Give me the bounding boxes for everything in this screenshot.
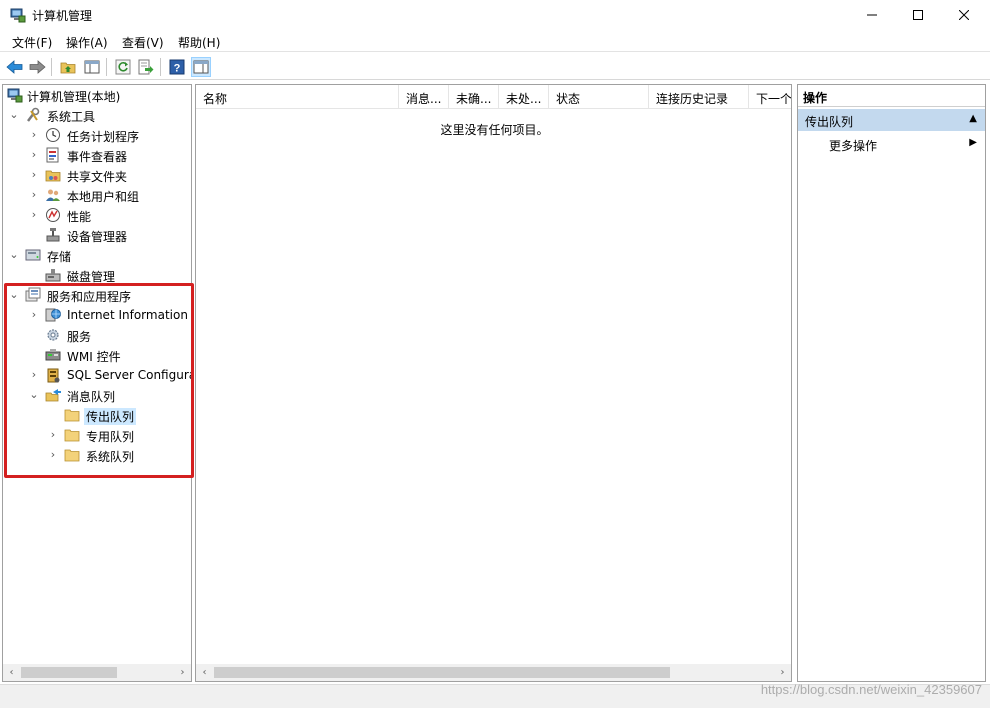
computer-management-icon <box>10 8 26 23</box>
tree-item-local-users[interactable]: › 本地用户和组 <box>3 185 191 205</box>
actions-section-outgoing-queues[interactable]: 传出队列 ▲ <box>798 109 985 131</box>
users-icon <box>46 189 60 201</box>
refresh-button[interactable] <box>113 57 133 77</box>
up-folder-button[interactable] <box>58 57 78 77</box>
export-list-button[interactable] <box>136 57 156 77</box>
window-title: 计算机管理 <box>32 9 93 23</box>
tree-item-shared-folders[interactable]: › 共享文件夹 <box>3 165 191 185</box>
tree-item-system-tools[interactable]: ⌄ 系统工具 <box>3 105 191 125</box>
tree-label: 事件查看器 <box>67 150 128 164</box>
help-icon: ? <box>169 59 185 75</box>
scroll-right-icon[interactable]: › <box>174 664 191 681</box>
scroll-thumb[interactable] <box>214 667 670 678</box>
forward-icon <box>29 60 46 74</box>
device-manager-icon <box>46 228 60 242</box>
title-bar: 计算机管理 <box>0 0 990 30</box>
export-list-icon <box>138 59 154 75</box>
scroll-left-icon[interactable]: ‹ <box>196 664 213 681</box>
tree-item-storage[interactable]: ⌄ 存储 <box>3 245 191 265</box>
tree-item-event-viewer[interactable]: › 事件查看器 <box>3 145 191 165</box>
column-header-name[interactable]: 名称 <box>196 85 399 109</box>
menu-help[interactable]: 帮助(H) <box>178 34 220 51</box>
minimize-button[interactable] <box>849 0 895 30</box>
clock-icon <box>46 128 60 142</box>
expand-chevron-icon[interactable]: › <box>28 168 40 182</box>
computer-management-icon <box>7 88 23 103</box>
more-actions-label: 更多操作 <box>829 139 878 153</box>
list-horizontal-scrollbar[interactable]: ‹ › <box>196 664 791 681</box>
storage-icon <box>25 249 41 261</box>
back-button[interactable] <box>5 57 25 77</box>
column-header-state[interactable]: 状态 <box>549 85 649 109</box>
toolbar-separator <box>51 58 52 76</box>
column-header-unprocessed[interactable]: 未处... <box>499 85 549 109</box>
tools-icon <box>27 107 40 122</box>
event-viewer-icon <box>46 147 59 163</box>
close-icon <box>959 10 969 20</box>
empty-list-message: 这里没有任何项目。 <box>440 123 549 137</box>
help-button[interactable]: ? <box>167 57 187 77</box>
show-hide-tree-button[interactable] <box>82 57 102 77</box>
menu-file[interactable]: 文件(F) <box>12 34 52 51</box>
scroll-thumb[interactable] <box>21 667 117 678</box>
show-hide-tree-icon <box>84 60 100 74</box>
disk-management-icon <box>45 269 61 282</box>
expand-chevron-icon[interactable]: › <box>28 188 40 202</box>
column-header-connection-history[interactable]: 连接历史记录 <box>649 85 749 109</box>
toolbar-separator <box>106 58 107 76</box>
close-button[interactable] <box>941 0 987 30</box>
maximize-icon <box>913 10 923 20</box>
scroll-left-icon[interactable]: ‹ <box>3 664 20 681</box>
expand-chevron-icon[interactable]: › <box>28 208 40 222</box>
toolbar: ? <box>0 53 990 80</box>
actions-section-label: 传出队列 <box>805 115 854 129</box>
expand-chevron-icon[interactable]: › <box>28 148 40 162</box>
show-hide-action-button[interactable] <box>191 57 211 77</box>
collapse-chevron-icon[interactable]: ⌄ <box>8 248 20 262</box>
tree-label: 存储 <box>47 250 72 264</box>
tree-horizontal-scrollbar[interactable]: ‹ › <box>3 664 191 681</box>
performance-icon <box>46 208 60 222</box>
tree-label: 性能 <box>67 210 92 224</box>
tree-label: 计算机管理(本地) <box>27 90 121 104</box>
tree-label: 系统工具 <box>47 110 96 124</box>
menu-bar: 文件(F) 操作(A) 查看(V) 帮助(H) <box>0 30 990 52</box>
show-hide-action-icon <box>193 60 209 74</box>
back-icon <box>6 60 23 74</box>
column-header-unacknowledged[interactable]: 未确... <box>449 85 499 109</box>
collapse-chevron-icon[interactable]: ⌄ <box>8 108 20 122</box>
menu-action[interactable]: 操作(A) <box>66 34 108 51</box>
tree-label: 共享文件夹 <box>67 170 128 184</box>
shared-folder-icon <box>45 170 61 182</box>
minimize-icon <box>867 14 877 16</box>
svg-text:?: ? <box>174 63 181 75</box>
scroll-right-icon[interactable]: › <box>774 664 791 681</box>
annotation-highlight-box <box>4 283 194 478</box>
results-list-pane[interactable]: 名称 消息... 未确... 未处... 状态 连接历史记录 下一个 这里没有任… <box>195 84 792 682</box>
watermark-text: https://blog.csdn.net/weixin_42359607 <box>760 682 982 697</box>
collapse-triangle-icon[interactable]: ▲ <box>969 113 977 124</box>
actions-header: 操作 <box>798 85 985 107</box>
column-header-messages[interactable]: 消息... <box>399 85 449 109</box>
tree-label: 本地用户和组 <box>67 190 140 204</box>
maximize-button[interactable] <box>895 0 941 30</box>
tree-label: 设备管理器 <box>67 230 128 244</box>
tree-item-device-manager[interactable]: 设备管理器 <box>3 225 191 245</box>
expand-chevron-icon[interactable]: › <box>28 128 40 142</box>
more-actions-item[interactable]: 更多操作 ▶ <box>798 134 985 154</box>
tree-label: 任务计划程序 <box>67 130 140 144</box>
up-folder-icon <box>60 62 76 74</box>
refresh-icon <box>115 59 131 75</box>
column-header-next-hop[interactable]: 下一个 <box>749 85 791 109</box>
forward-button[interactable] <box>27 57 47 77</box>
tree-item-disk-management[interactable]: 磁盘管理 <box>3 265 191 285</box>
actions-pane: 操作 传出队列 ▲ 更多操作 ▶ <box>797 84 986 682</box>
tree-item-task-scheduler[interactable]: › 任务计划程序 <box>3 125 191 145</box>
toolbar-separator <box>160 58 161 76</box>
tree-item-performance[interactable]: › 性能 <box>3 205 191 225</box>
tree-item-root[interactable]: 计算机管理(本地) <box>3 85 191 105</box>
submenu-arrow-icon: ▶ <box>969 137 977 148</box>
menu-view[interactable]: 查看(V) <box>122 34 164 51</box>
